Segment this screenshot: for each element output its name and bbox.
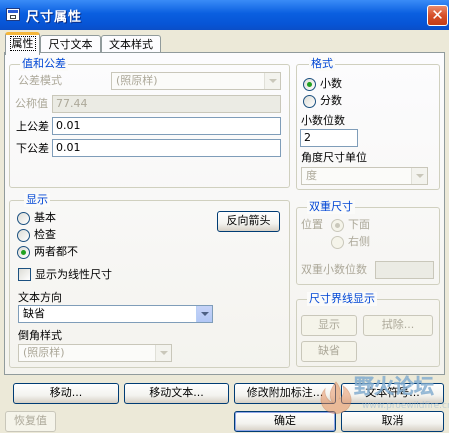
- tolerance-mode-select[interactable]: (照原样): [111, 72, 281, 90]
- group-display-legend: 显示: [24, 193, 50, 207]
- chamfer-style-select[interactable]: (照原样): [18, 344, 172, 362]
- chevron-down-icon: [155, 345, 171, 361]
- text-direction-select[interactable]: 缺省: [18, 305, 213, 323]
- lower-tolerance-field[interactable]: 0.01: [52, 139, 281, 157]
- ok-button[interactable]: 确定: [234, 411, 336, 432]
- cancel-button[interactable]: 取消: [341, 411, 444, 432]
- upper-tolerance-field[interactable]: 0.01: [52, 117, 281, 135]
- tab-properties[interactable]: 属性: [5, 32, 40, 55]
- radio-fraction[interactable]: [303, 95, 316, 108]
- window-title: 尺寸属性: [26, 10, 83, 25]
- angular-unit-label: 角度尺寸单位: [301, 151, 367, 164]
- close-button[interactable]: ✕: [427, 5, 448, 26]
- flip-arrows-button[interactable]: 反向箭头: [217, 211, 280, 232]
- lower-tolerance-label: 下公差: [16, 142, 49, 155]
- radio-inspect[interactable]: [17, 229, 30, 242]
- radio-decimal-label: 小数: [320, 77, 342, 90]
- move-button[interactable]: 移动...: [13, 383, 119, 404]
- radio-dual-below-label: 下面: [348, 218, 370, 231]
- decimal-places-label: 小数位数: [301, 114, 345, 127]
- witness-show-button[interactable]: 显示: [301, 315, 357, 336]
- radio-dual-right-label: 右侧: [348, 235, 370, 248]
- radio-fraction-label: 分数: [320, 94, 342, 107]
- chevron-down-icon: [264, 73, 280, 89]
- group-value-tolerance-legend: 值和公差: [20, 57, 68, 71]
- radio-decimal[interactable]: [303, 78, 316, 91]
- restore-values-button[interactable]: 恢复值: [5, 411, 56, 432]
- upper-tolerance-label: 上公差: [16, 120, 49, 133]
- witness-erase-button[interactable]: 拭除...: [363, 315, 433, 336]
- witness-default-button[interactable]: 缺省: [301, 341, 357, 362]
- nominal-value-field[interactable]: 77.44: [52, 95, 281, 113]
- chamfer-style-label: 倒角样式: [18, 329, 62, 342]
- angular-unit-select[interactable]: 度: [301, 167, 428, 185]
- nominal-value-label: 公称值: [15, 97, 48, 110]
- tab-properties-label: 属性: [9, 36, 36, 51]
- dual-position-label: 位置: [301, 218, 323, 231]
- text-direction-label: 文本方向: [18, 291, 62, 304]
- move-text-button[interactable]: 移动文本...: [124, 383, 229, 404]
- modify-attached-note-button[interactable]: 修改附加标注...: [234, 383, 336, 404]
- radio-basic-label: 基本: [34, 211, 56, 224]
- angular-unit-value: 度: [306, 169, 317, 182]
- group-format-legend: 格式: [309, 57, 335, 71]
- group-dual-dimension-legend: 双重尺寸: [307, 200, 355, 214]
- dual-decimal-places-label: 双重小数位数: [301, 263, 367, 276]
- radio-neither-label: 两者都不: [34, 245, 78, 258]
- text-direction-value: 缺省: [23, 307, 45, 320]
- tolerance-mode-value: (照原样): [116, 74, 158, 87]
- group-witness-line-legend: 尺寸界线显示: [307, 292, 377, 306]
- chevron-down-icon: [196, 306, 212, 322]
- radio-inspect-label: 检查: [34, 228, 56, 241]
- display-as-linear-checkbox[interactable]: [18, 268, 31, 281]
- chevron-down-icon: [411, 168, 427, 184]
- radio-dual-right[interactable]: [331, 236, 344, 249]
- dual-decimal-places-field[interactable]: [375, 261, 434, 279]
- chamfer-style-value: (照原样): [23, 346, 65, 359]
- radio-basic[interactable]: [17, 212, 30, 225]
- dialog-app-icon: [6, 8, 20, 21]
- tolerance-mode-label: 公差模式: [18, 74, 62, 87]
- display-as-linear-label: 显示为线性尺寸: [35, 268, 112, 281]
- radio-neither[interactable]: [17, 246, 30, 259]
- radio-dual-below[interactable]: [331, 219, 344, 232]
- decimal-places-field[interactable]: 2: [300, 129, 358, 147]
- text-symbol-button[interactable]: 文本符号...: [341, 383, 444, 404]
- title-bar: 尺寸属性 ✕: [0, 0, 449, 30]
